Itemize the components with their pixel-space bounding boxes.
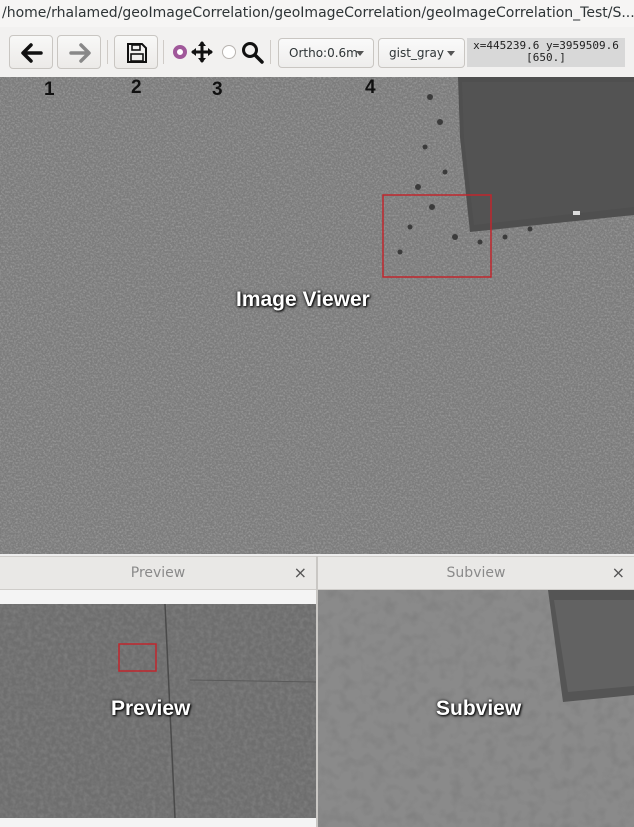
preview-panel-title: Preview xyxy=(130,565,186,581)
forward-button[interactable] xyxy=(57,35,101,69)
arrow-right-icon xyxy=(69,43,91,63)
toolbar: Ortho:0.6m gist_gray x=445239.6 y=395950… xyxy=(0,27,634,77)
back-button[interactable] xyxy=(9,35,53,69)
subview-panel-title: Subview xyxy=(446,565,506,581)
chevron-down-icon xyxy=(356,51,364,56)
resolution-select[interactable]: Ortho:0.6m xyxy=(278,38,374,68)
subview-panel-header: Subview × xyxy=(318,556,634,590)
bright-marker xyxy=(573,211,580,215)
toolbar-separator xyxy=(163,40,164,64)
colormap-select[interactable]: gist_gray xyxy=(378,38,465,68)
resolution-select-value: Ortho:0.6m xyxy=(289,46,358,60)
magnifier-icon[interactable] xyxy=(240,40,264,64)
zoom-mode-radio[interactable] xyxy=(222,45,236,59)
preview-label: Preview xyxy=(111,697,191,720)
subview-label: Subview xyxy=(436,697,522,720)
image-viewer[interactable]: Image Viewer xyxy=(0,77,634,554)
subview-close-icon[interactable]: × xyxy=(612,557,625,589)
floppy-disk-icon xyxy=(127,43,147,63)
annotation-2: 2 xyxy=(131,77,142,98)
subview-panel[interactable]: Subview xyxy=(318,590,634,827)
move-arrows-icon[interactable] xyxy=(190,40,214,64)
window-title: /home/rhalamed/geoImageCorrelation/geoIm… xyxy=(0,0,634,27)
toolbar-separator xyxy=(107,40,108,64)
arrow-left-icon xyxy=(21,43,43,63)
chevron-down-icon xyxy=(447,51,455,56)
colormap-select-value: gist_gray xyxy=(389,46,444,60)
annotation-4: 4 xyxy=(365,77,376,98)
save-button[interactable] xyxy=(114,35,158,69)
preview-close-icon[interactable]: × xyxy=(294,557,307,589)
annotation-3: 3 xyxy=(212,79,223,100)
image-viewer-canvas[interactable] xyxy=(0,77,634,554)
annotation-1: 1 xyxy=(44,79,55,100)
coordinate-readout: x=445239.6 y=3959509.6 [650.] xyxy=(467,38,625,67)
image-viewer-label: Image Viewer xyxy=(236,288,370,311)
toolbar-separator xyxy=(270,40,271,64)
preview-panel[interactable]: Preview xyxy=(0,590,317,827)
preview-panel-header: Preview × xyxy=(0,556,316,590)
coordinate-readout-value: [650.] xyxy=(526,51,566,64)
pan-mode-radio[interactable] xyxy=(173,45,187,59)
